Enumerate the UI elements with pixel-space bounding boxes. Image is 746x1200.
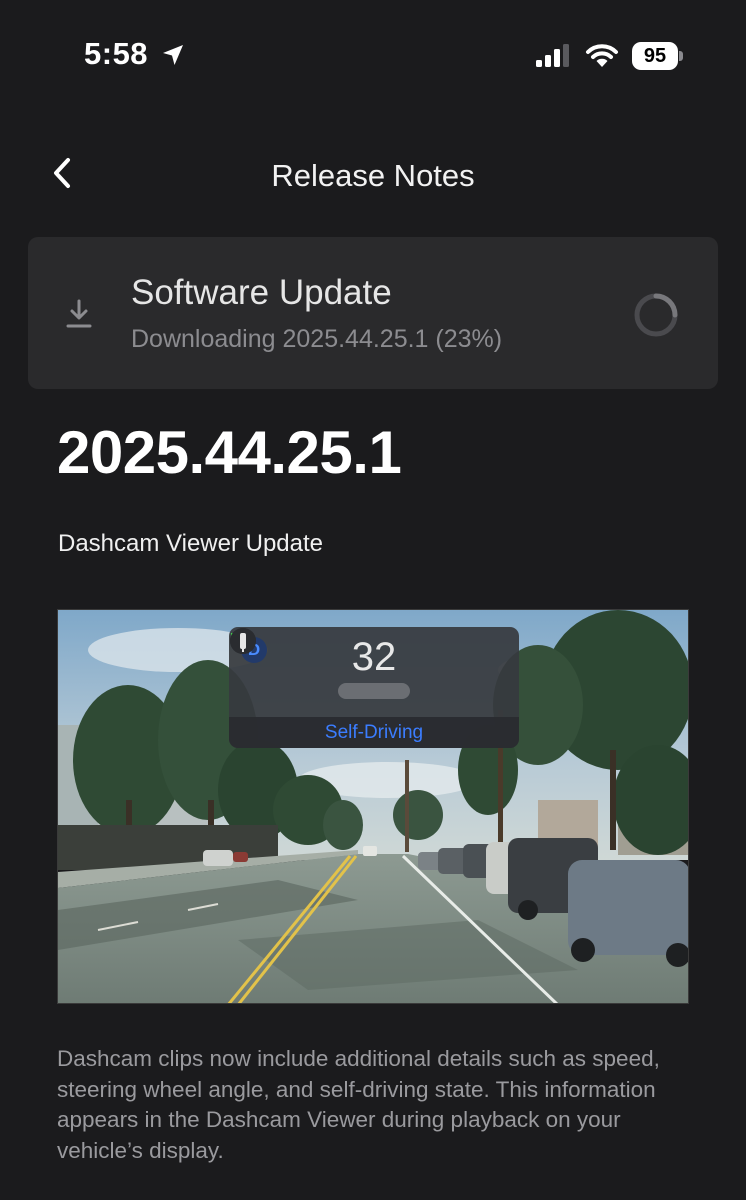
pedal-position-bar — [338, 683, 410, 699]
battery-cap — [679, 51, 683, 61]
version-heading: 2025.44.25.1 — [57, 419, 402, 486]
download-icon — [66, 299, 92, 328]
battery-level: 95 — [632, 42, 678, 70]
battery-icon: 95 — [632, 42, 683, 70]
wifi-icon — [586, 44, 618, 67]
self-driving-label: Self-Driving — [324, 722, 424, 743]
update-status: Downloading 2025.44.25.1 (23%) — [131, 325, 503, 353]
release-note-description: Dashcam clips now include additional det… — [57, 1046, 660, 1163]
update-title: Software Update — [131, 273, 392, 312]
dashcam-overlay: D 32 Self-Driving — [229, 627, 519, 748]
speed-value: 32 — [351, 635, 397, 679]
status-time: 5:58 — [84, 36, 149, 71]
location-arrow-icon — [163, 45, 183, 65]
status-bar: 5:58 95 — [0, 0, 746, 110]
software-update-card[interactable]: Software Update Downloading 2025.44.25.1… — [28, 237, 718, 389]
accelerator-pedal-icon — [230, 628, 256, 654]
page-title: Release Notes — [271, 158, 475, 193]
section-title: Dashcam Viewer Update — [58, 530, 324, 557]
cellular-signal-icon — [536, 44, 569, 67]
dashcam-screenshot: D 32 Self-Driving — [57, 609, 689, 1004]
loading-spinner-icon — [634, 293, 678, 337]
